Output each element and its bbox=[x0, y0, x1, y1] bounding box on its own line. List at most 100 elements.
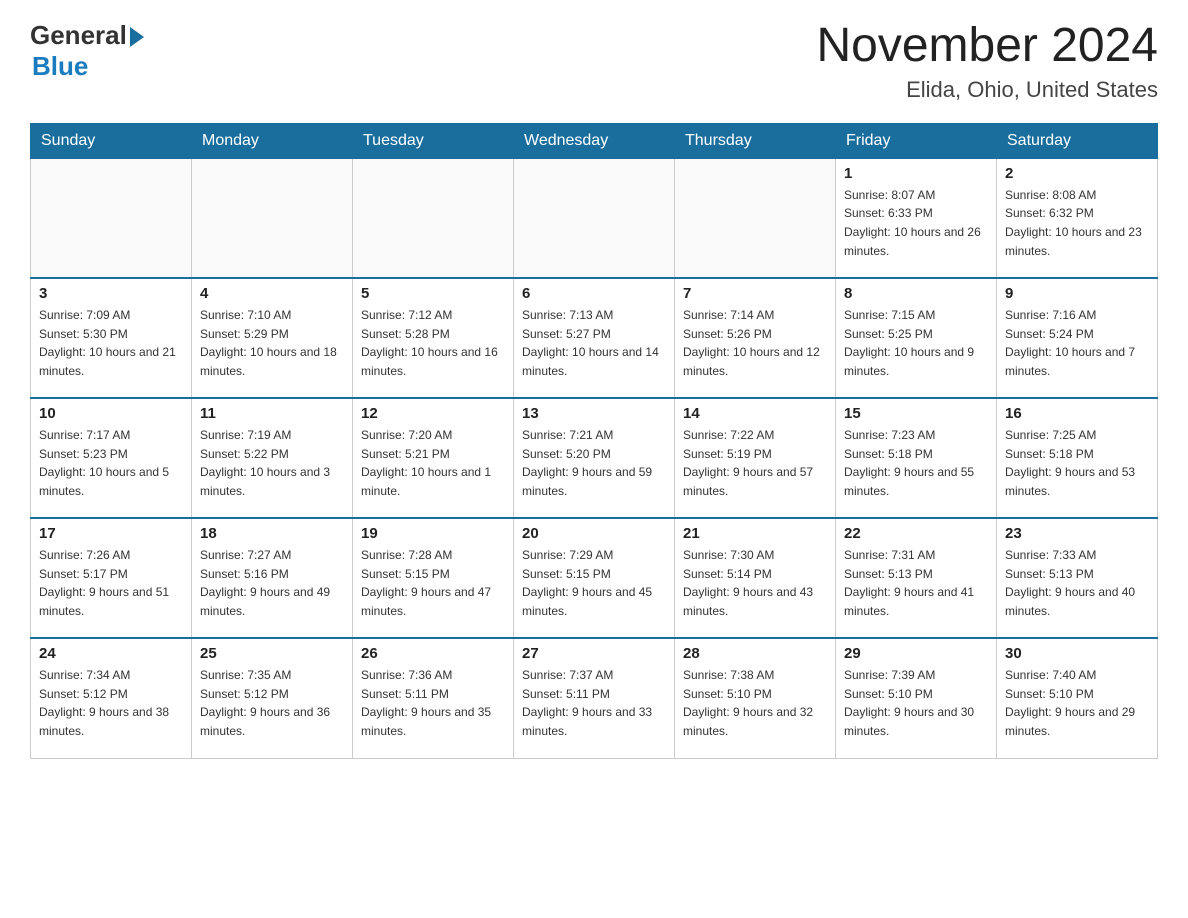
calendar-cell: 22Sunrise: 7:31 AMSunset: 5:13 PMDayligh… bbox=[836, 518, 997, 638]
day-number: 21 bbox=[683, 525, 827, 542]
calendar-cell bbox=[514, 158, 675, 278]
calendar-cell: 24 Sunrise: 7:34 AMSunset: 5:12 PMDayligh… bbox=[31, 638, 192, 758]
day-number: 30 bbox=[1005, 645, 1149, 662]
day-number: 7 bbox=[683, 285, 827, 302]
day-info: Sunrise: 7:36 AMSunset: 5:11 PMDaylight:… bbox=[361, 666, 505, 740]
day-number: 19 bbox=[361, 525, 505, 542]
calendar-cell: 19Sunrise: 7:28 AMSunset: 5:15 PMDayligh… bbox=[353, 518, 514, 638]
day-number: 2 bbox=[1005, 165, 1149, 182]
day-number: 13 bbox=[522, 405, 666, 422]
calendar-cell: 30 Sunrise: 7:40 AMSunset: 5:10 PMDayligh… bbox=[997, 638, 1158, 758]
day-number: 1 bbox=[844, 165, 988, 182]
day-info: Sunrise: 7:23 AMSunset: 5:18 PMDaylight:… bbox=[844, 426, 988, 500]
day-info: Sunrise: 7:38 AMSunset: 5:10 PMDaylight:… bbox=[683, 666, 827, 740]
logo-blue-text: Blue bbox=[32, 51, 88, 82]
day-info: Sunrise: 8:07 AMSunset: 6:33 PMDaylight:… bbox=[844, 186, 988, 260]
day-number: 22 bbox=[844, 525, 988, 542]
day-info: Sunrise: 7:39 AMSunset: 5:10 PMDaylight:… bbox=[844, 666, 988, 740]
calendar-cell: 28 Sunrise: 7:38 AMSunset: 5:10 PMDayligh… bbox=[675, 638, 836, 758]
calendar-week-row: 24 Sunrise: 7:34 AMSunset: 5:12 PMDayligh… bbox=[31, 638, 1158, 758]
calendar-header-thursday: Thursday bbox=[675, 123, 836, 158]
day-info: Sunrise: 7:20 AMSunset: 5:21 PMDaylight:… bbox=[361, 426, 505, 500]
calendar-cell: 6Sunrise: 7:13 AMSunset: 5:27 PMDaylight… bbox=[514, 278, 675, 398]
day-number: 3 bbox=[39, 285, 183, 302]
day-info: Sunrise: 8:08 AMSunset: 6:32 PMDaylight:… bbox=[1005, 186, 1149, 260]
calendar-cell: 26 Sunrise: 7:36 AMSunset: 5:11 PMDayligh… bbox=[353, 638, 514, 758]
day-info: Sunrise: 7:29 AMSunset: 5:15 PMDaylight:… bbox=[522, 546, 666, 620]
calendar-cell: 11 Sunrise: 7:19 AMSunset: 5:22 PMDayligh… bbox=[192, 398, 353, 518]
calendar-cell: 25 Sunrise: 7:35 AMSunset: 5:12 PMDayligh… bbox=[192, 638, 353, 758]
calendar-cell: 16 Sunrise: 7:25 AMSunset: 5:18 PMDayligh… bbox=[997, 398, 1158, 518]
calendar-header-friday: Friday bbox=[836, 123, 997, 158]
day-info: Sunrise: 7:37 AMSunset: 5:11 PMDaylight:… bbox=[522, 666, 666, 740]
day-info: Sunrise: 7:16 AMSunset: 5:24 PMDaylight:… bbox=[1005, 306, 1149, 380]
calendar-cell: 18Sunrise: 7:27 AMSunset: 5:16 PMDayligh… bbox=[192, 518, 353, 638]
day-info: Sunrise: 7:35 AMSunset: 5:12 PMDaylight:… bbox=[200, 666, 344, 740]
calendar-header-saturday: Saturday bbox=[997, 123, 1158, 158]
month-year-title: November 2024 bbox=[816, 20, 1158, 73]
day-number: 20 bbox=[522, 525, 666, 542]
calendar-cell: 2 Sunrise: 8:08 AMSunset: 6:32 PMDaylight… bbox=[997, 158, 1158, 278]
day-info: Sunrise: 7:10 AMSunset: 5:29 PMDaylight:… bbox=[200, 306, 344, 380]
calendar-cell bbox=[192, 158, 353, 278]
calendar-cell: 21 Sunrise: 7:30 AMSunset: 5:14 PMDayligh… bbox=[675, 518, 836, 638]
calendar-week-row: 1 Sunrise: 8:07 AMSunset: 6:33 PMDaylight… bbox=[31, 158, 1158, 278]
calendar-cell: 14Sunrise: 7:22 AMSunset: 5:19 PMDayligh… bbox=[675, 398, 836, 518]
calendar-cell bbox=[675, 158, 836, 278]
page-header: General Blue November 2024 Elida, Ohio, … bbox=[30, 20, 1158, 103]
day-info: Sunrise: 7:15 AMSunset: 5:25 PMDaylight:… bbox=[844, 306, 988, 380]
calendar-cell: 12 Sunrise: 7:20 AMSunset: 5:21 PMDayligh… bbox=[353, 398, 514, 518]
logo-arrow-icon bbox=[130, 27, 144, 47]
calendar-cell: 1 Sunrise: 8:07 AMSunset: 6:33 PMDaylight… bbox=[836, 158, 997, 278]
calendar-week-row: 3 Sunrise: 7:09 AMSunset: 5:30 PMDaylight… bbox=[31, 278, 1158, 398]
day-info: Sunrise: 7:17 AMSunset: 5:23 PMDaylight:… bbox=[39, 426, 183, 500]
day-info: Sunrise: 7:14 AMSunset: 5:26 PMDaylight:… bbox=[683, 306, 827, 380]
calendar-cell: 13 Sunrise: 7:21 AMSunset: 5:20 PMDayligh… bbox=[514, 398, 675, 518]
day-number: 25 bbox=[200, 645, 344, 662]
day-number: 12 bbox=[361, 405, 505, 422]
day-info: Sunrise: 7:25 AMSunset: 5:18 PMDaylight:… bbox=[1005, 426, 1149, 500]
day-info: Sunrise: 7:09 AMSunset: 5:30 PMDaylight:… bbox=[39, 306, 183, 380]
calendar-cell: 3 Sunrise: 7:09 AMSunset: 5:30 PMDaylight… bbox=[31, 278, 192, 398]
day-info: Sunrise: 7:30 AMSunset: 5:14 PMDaylight:… bbox=[683, 546, 827, 620]
calendar-header-sunday: Sunday bbox=[31, 123, 192, 158]
logo-general-text: General bbox=[30, 20, 127, 51]
calendar-cell bbox=[31, 158, 192, 278]
day-number: 11 bbox=[200, 405, 344, 422]
day-info: Sunrise: 7:40 AMSunset: 5:10 PMDaylight:… bbox=[1005, 666, 1149, 740]
calendar-cell: 5Sunrise: 7:12 AMSunset: 5:28 PMDaylight… bbox=[353, 278, 514, 398]
day-number: 15 bbox=[844, 405, 988, 422]
calendar-week-row: 10 Sunrise: 7:17 AMSunset: 5:23 PMDayligh… bbox=[31, 398, 1158, 518]
day-info: Sunrise: 7:19 AMSunset: 5:22 PMDaylight:… bbox=[200, 426, 344, 500]
day-number: 28 bbox=[683, 645, 827, 662]
calendar-cell: 9 Sunrise: 7:16 AMSunset: 5:24 PMDaylight… bbox=[997, 278, 1158, 398]
day-number: 9 bbox=[1005, 285, 1149, 302]
calendar-cell: 23 Sunrise: 7:33 AMSunset: 5:13 PMDayligh… bbox=[997, 518, 1158, 638]
day-number: 24 bbox=[39, 645, 183, 662]
day-number: 26 bbox=[361, 645, 505, 662]
day-info: Sunrise: 7:26 AMSunset: 5:17 PMDaylight:… bbox=[39, 546, 183, 620]
calendar-table: SundayMondayTuesdayWednesdayThursdayFrid… bbox=[30, 123, 1158, 759]
calendar-cell: 15 Sunrise: 7:23 AMSunset: 5:18 PMDayligh… bbox=[836, 398, 997, 518]
calendar-week-row: 17 Sunrise: 7:26 AMSunset: 5:17 PMDayligh… bbox=[31, 518, 1158, 638]
location-subtitle: Elida, Ohio, United States bbox=[816, 77, 1158, 103]
day-info: Sunrise: 7:21 AMSunset: 5:20 PMDaylight:… bbox=[522, 426, 666, 500]
calendar-header-row: SundayMondayTuesdayWednesdayThursdayFrid… bbox=[31, 123, 1158, 158]
day-number: 16 bbox=[1005, 405, 1149, 422]
calendar-cell: 4 Sunrise: 7:10 AMSunset: 5:29 PMDaylight… bbox=[192, 278, 353, 398]
day-number: 29 bbox=[844, 645, 988, 662]
calendar-header-wednesday: Wednesday bbox=[514, 123, 675, 158]
day-number: 17 bbox=[39, 525, 183, 542]
calendar-cell: 10 Sunrise: 7:17 AMSunset: 5:23 PMDayligh… bbox=[31, 398, 192, 518]
day-number: 4 bbox=[200, 285, 344, 302]
day-info: Sunrise: 7:34 AMSunset: 5:12 PMDaylight:… bbox=[39, 666, 183, 740]
calendar-cell: 7 Sunrise: 7:14 AMSunset: 5:26 PMDaylight… bbox=[675, 278, 836, 398]
day-info: Sunrise: 7:22 AMSunset: 5:19 PMDaylight:… bbox=[683, 426, 827, 500]
day-info: Sunrise: 7:33 AMSunset: 5:13 PMDaylight:… bbox=[1005, 546, 1149, 620]
day-number: 23 bbox=[1005, 525, 1149, 542]
day-number: 10 bbox=[39, 405, 183, 422]
day-number: 5 bbox=[361, 285, 505, 302]
calendar-cell: 29 Sunrise: 7:39 AMSunset: 5:10 PMDayligh… bbox=[836, 638, 997, 758]
day-number: 18 bbox=[200, 525, 344, 542]
day-number: 8 bbox=[844, 285, 988, 302]
